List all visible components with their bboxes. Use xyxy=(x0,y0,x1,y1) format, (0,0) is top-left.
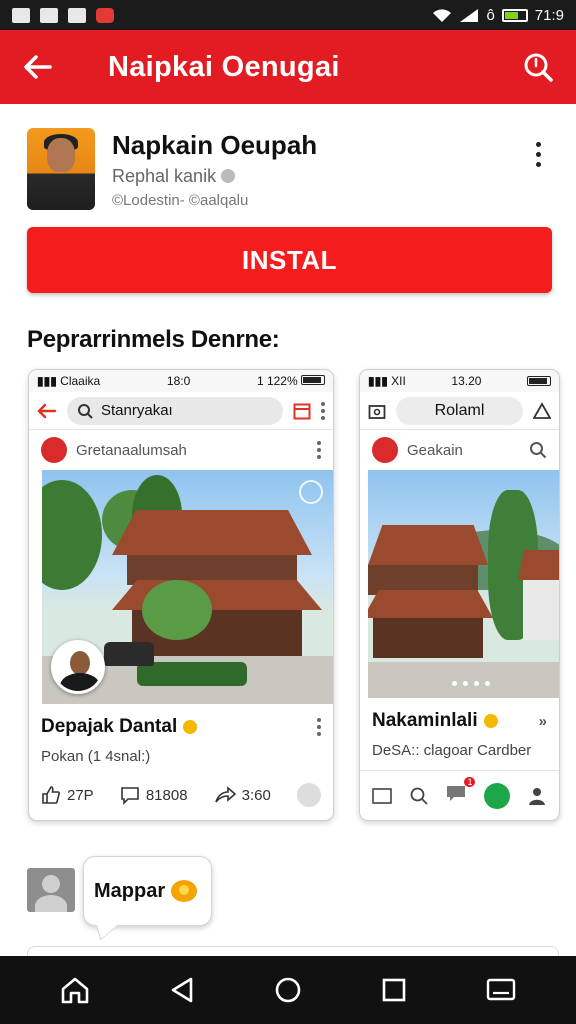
screenshot-1[interactable]: ▮▮▮ Claaika 18:0 1 122% Stanryakaı Greta… xyxy=(28,369,334,821)
more-icon xyxy=(317,441,321,459)
system-indicators: ô 71:9 xyxy=(432,7,564,24)
share-icon xyxy=(214,786,236,803)
post-actions: 27P 81808 3:60 xyxy=(29,770,333,820)
search-button[interactable] xyxy=(500,51,576,83)
battery-icon xyxy=(501,8,528,22)
system-nav-bar xyxy=(0,956,576,1024)
gallery-icon xyxy=(372,787,393,804)
like-action: 27P xyxy=(41,785,94,805)
recents-icon[interactable] xyxy=(381,977,407,1003)
author-avatar xyxy=(372,437,398,463)
app-meta: ©Lodestin- ©aalqalu xyxy=(112,192,249,209)
search-icon xyxy=(78,403,93,419)
status-bar: ô 71:9 xyxy=(0,0,576,30)
edit-icon xyxy=(68,7,86,23)
speech-bubble-icon xyxy=(171,880,198,902)
calendar-icon xyxy=(293,403,311,419)
mock-post-header: Geakain xyxy=(360,430,559,470)
camera-icon xyxy=(368,404,386,419)
mock-toolbar: Rolaml xyxy=(360,392,559,430)
post-photo xyxy=(368,470,559,698)
more-icon xyxy=(317,718,321,736)
app-detail-page: Napkain Oeupah Rephal kanik ©Lodestin- ©… xyxy=(0,104,576,956)
signal-text: ô xyxy=(486,6,495,24)
post-photo xyxy=(42,470,333,704)
search-icon xyxy=(530,442,547,459)
home-icon[interactable] xyxy=(60,976,90,1004)
profile-icon xyxy=(528,787,545,805)
search-icon xyxy=(410,787,428,805)
back-button[interactable] xyxy=(0,54,76,80)
thumbs-up-icon xyxy=(42,786,60,804)
app-bar: Naipkai Oenugai xyxy=(0,30,576,104)
screenshot-2[interactable]: ▮▮▮ XII 13.20 Rolaml Geakain Nakaminlali… xyxy=(359,369,560,821)
comment-icon xyxy=(121,787,139,805)
author-avatar xyxy=(41,437,67,463)
forward-icon: » xyxy=(538,712,547,730)
keyboard-icon[interactable] xyxy=(486,977,516,1003)
profile-avatar xyxy=(51,640,105,694)
comment-row: Mappar xyxy=(27,856,557,936)
app-name: Napkain Oeupah xyxy=(112,130,318,160)
app-avatar xyxy=(27,128,95,210)
comment-bubble[interactable]: Mappar xyxy=(83,856,212,926)
back-icon[interactable] xyxy=(169,976,195,1004)
arrow-left-icon xyxy=(24,55,52,79)
mock-status-bar: ▮▮▮ Claaika 18:0 1 122% xyxy=(29,370,333,392)
mock-post-header: Gretanaalumsah xyxy=(29,430,333,470)
more-options-button[interactable] xyxy=(533,142,543,167)
mock-title-pill: Rolaml xyxy=(396,396,523,425)
mock-search-field: Stanryakaı xyxy=(67,396,283,425)
mock-toolbar: Stanryakaı xyxy=(29,392,333,430)
app-red-icon xyxy=(96,7,114,23)
emoji-icon xyxy=(483,714,498,728)
clock: 71:9 xyxy=(534,6,564,24)
home-circle-icon[interactable] xyxy=(274,976,302,1004)
post-caption: Nakaminlali» DeSA:: clagoar Cardber xyxy=(372,710,547,759)
signal-icon xyxy=(460,8,479,22)
emoji-icon xyxy=(183,720,198,734)
more-icon xyxy=(321,401,325,420)
comment-action: 81808 xyxy=(120,785,188,805)
post-caption: Depajak Dantal Pokan (1 4snal:) xyxy=(29,704,333,765)
mock-bottom-nav: 1 xyxy=(360,770,559,820)
arrow-left-icon xyxy=(37,403,57,418)
close-icon xyxy=(299,480,323,504)
screenshots-heading: Peprarrinmels Denrne: xyxy=(27,326,280,353)
developer-name: Rephal kanik xyxy=(112,166,236,187)
search-icon xyxy=(524,53,553,82)
carousel-dots xyxy=(452,681,490,686)
notification-icons xyxy=(12,7,114,23)
mock-status-bar: ▮▮▮ XII 13.20 xyxy=(360,370,559,392)
photo-icon xyxy=(40,7,58,23)
app-bar-title: Naipkai Oenugai xyxy=(108,50,340,83)
user-avatar xyxy=(27,868,75,912)
gallery-icon xyxy=(12,7,30,23)
reaction-icon xyxy=(297,783,321,807)
chat-icon: 1 xyxy=(445,777,476,808)
wifi-icon xyxy=(433,8,452,22)
next-card xyxy=(27,946,559,956)
verified-icon xyxy=(221,169,236,183)
app-header: Napkain Oeupah Rephal kanik ©Lodestin- ©… xyxy=(27,128,549,212)
alert-icon xyxy=(533,401,551,419)
activity-icon xyxy=(484,782,511,809)
share-action: 3:60 xyxy=(214,786,271,804)
install-button[interactable]: INSTAL xyxy=(27,227,552,293)
